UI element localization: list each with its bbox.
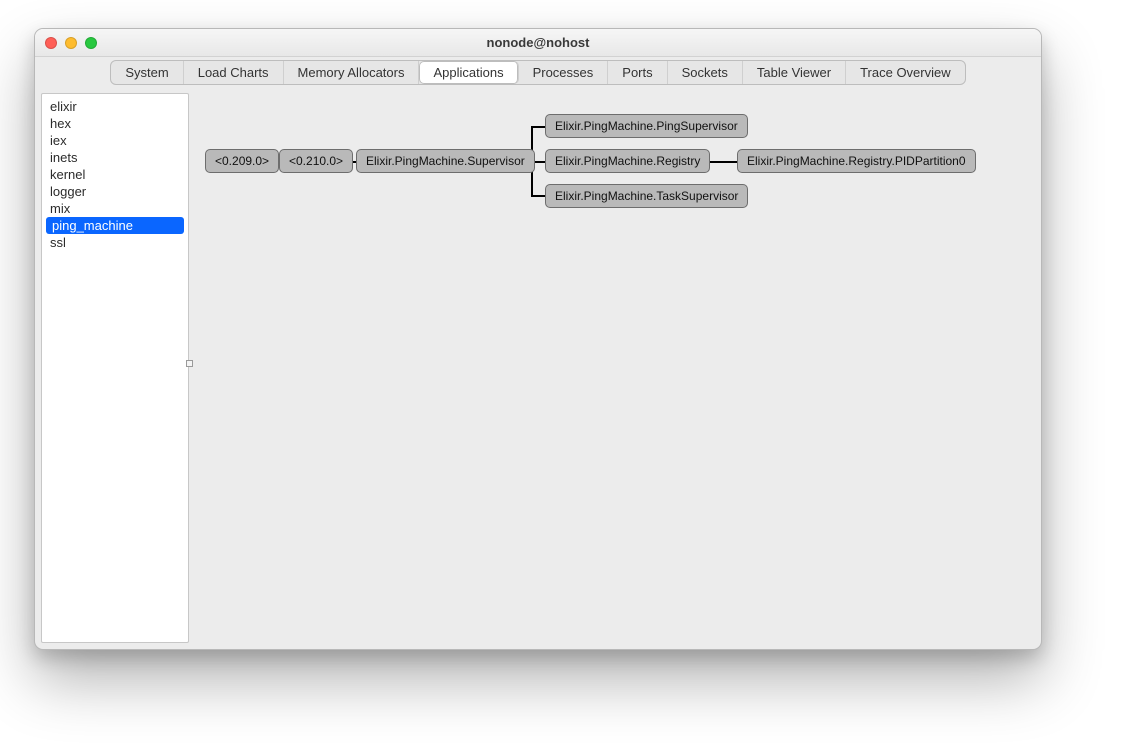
splitter-handle[interactable] bbox=[186, 360, 193, 367]
window-title: nonode@nohost bbox=[487, 35, 590, 50]
node-label: Elixir.PingMachine.Registry bbox=[555, 154, 700, 168]
tab-table-viewer[interactable]: Table Viewer bbox=[743, 61, 846, 84]
maximize-icon[interactable] bbox=[85, 37, 97, 49]
titlebar: nonode@nohost bbox=[35, 29, 1041, 57]
sidebar-item-ping_machine[interactable]: ping_machine bbox=[46, 217, 184, 234]
node-label: Elixir.PingMachine.TaskSupervisor bbox=[555, 189, 738, 203]
sidebar-item-kernel[interactable]: kernel bbox=[42, 166, 188, 183]
node-label: <0.210.0> bbox=[289, 154, 343, 168]
node-label: Elixir.PingMachine.Supervisor bbox=[366, 154, 525, 168]
close-icon[interactable] bbox=[45, 37, 57, 49]
sidebar-item-ssl[interactable]: ssl bbox=[42, 234, 188, 251]
tab-trace-overview[interactable]: Trace Overview bbox=[846, 61, 965, 84]
tabbar: SystemLoad ChartsMemory AllocatorsApplic… bbox=[35, 57, 1041, 87]
sidebar-item-elixir[interactable]: elixir bbox=[42, 98, 188, 115]
child-node-registry-partition0[interactable]: Elixir.PingMachine.Registry.PIDPartition… bbox=[737, 149, 976, 173]
tab-load-charts[interactable]: Load Charts bbox=[184, 61, 284, 84]
sidebar-item-inets[interactable]: inets bbox=[42, 149, 188, 166]
tab-system[interactable]: System bbox=[111, 61, 183, 84]
sidebar-item-mix[interactable]: mix bbox=[42, 200, 188, 217]
application-list[interactable]: elixirhexiexinetskernelloggermixping_mac… bbox=[41, 93, 189, 643]
supervision-tree[interactable]: <0.209.0> <0.210.0> Elixir.PingMachine.S… bbox=[195, 93, 1035, 643]
observer-window: nonode@nohost SystemLoad ChartsMemory Al… bbox=[34, 28, 1042, 650]
process-node-pid-0-209-0[interactable]: <0.209.0> bbox=[205, 149, 279, 173]
node-label: <0.209.0> bbox=[215, 154, 269, 168]
supervisor-node-ping-machine[interactable]: Elixir.PingMachine.Supervisor bbox=[356, 149, 535, 173]
node-label: Elixir.PingMachine.Registry.PIDPartition… bbox=[747, 154, 966, 168]
node-label: Elixir.PingMachine.PingSupervisor bbox=[555, 119, 738, 133]
tab-memory-allocators[interactable]: Memory Allocators bbox=[284, 61, 420, 84]
tab-sockets[interactable]: Sockets bbox=[668, 61, 743, 84]
minimize-icon[interactable] bbox=[65, 37, 77, 49]
tab-processes[interactable]: Processes bbox=[519, 61, 609, 84]
sidebar-item-iex[interactable]: iex bbox=[42, 132, 188, 149]
tab-ports[interactable]: Ports bbox=[608, 61, 667, 84]
process-node-pid-0-210-0[interactable]: <0.210.0> bbox=[279, 149, 353, 173]
child-node-ping-supervisor[interactable]: Elixir.PingMachine.PingSupervisor bbox=[545, 114, 748, 138]
sidebar-item-logger[interactable]: logger bbox=[42, 183, 188, 200]
tab-applications[interactable]: Applications bbox=[419, 61, 518, 84]
child-node-task-supervisor[interactable]: Elixir.PingMachine.TaskSupervisor bbox=[545, 184, 748, 208]
sidebar-item-hex[interactable]: hex bbox=[42, 115, 188, 132]
child-node-registry[interactable]: Elixir.PingMachine.Registry bbox=[545, 149, 710, 173]
